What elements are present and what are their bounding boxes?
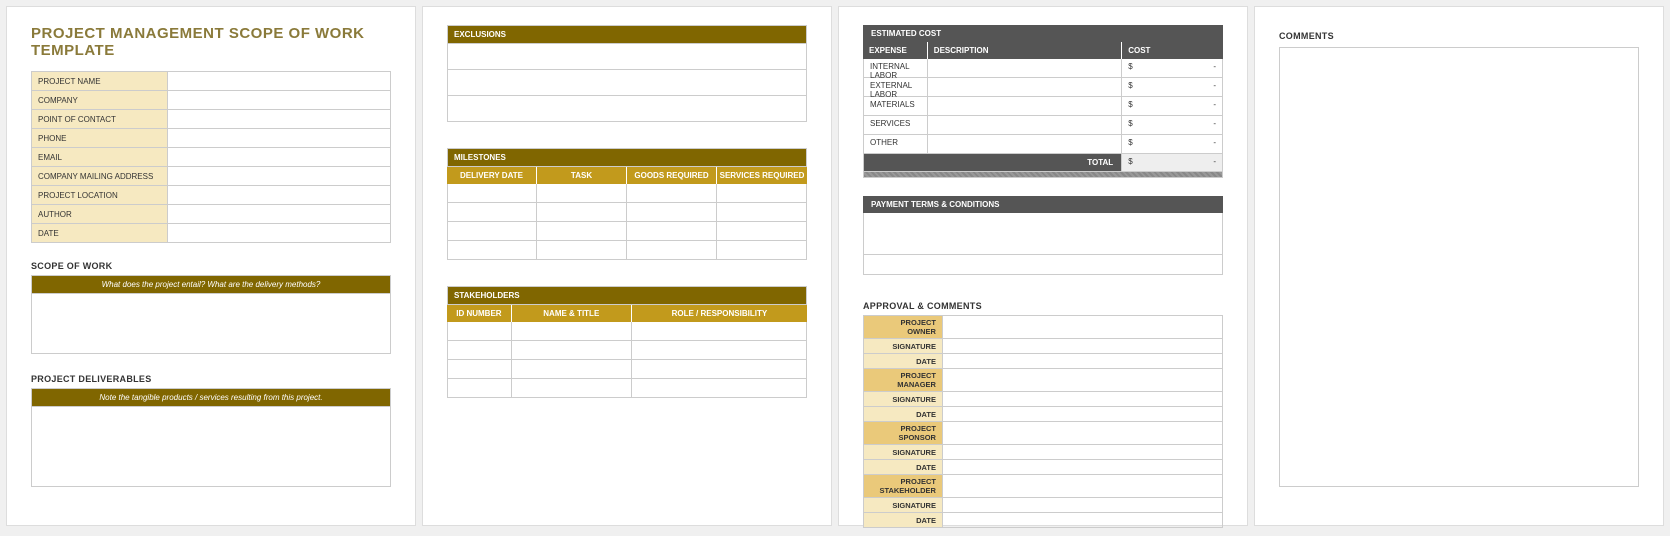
col-expense: EXPENSE xyxy=(863,42,928,59)
exclusions-row[interactable] xyxy=(447,96,807,122)
deliverables-label: PROJECT DELIVERABLES xyxy=(31,374,391,384)
info-value[interactable] xyxy=(168,167,391,186)
project-info-table: PROJECT NAME COMPANY POINT OF CONTACT PH… xyxy=(31,71,391,243)
approval-value[interactable] xyxy=(942,498,1222,513)
cost-row[interactable]: SERVICES$- xyxy=(863,116,1223,135)
milestone-row[interactable] xyxy=(447,184,807,203)
payment-input[interactable] xyxy=(863,213,1223,255)
approval-label: APPROVAL & COMMENTS xyxy=(863,301,1223,311)
milestone-row[interactable] xyxy=(447,203,807,222)
approval-head: PROJECT SPONSOR xyxy=(864,422,943,445)
cost-row[interactable]: OTHER$- xyxy=(863,135,1223,154)
info-label: POINT OF CONTACT xyxy=(32,110,168,129)
info-label: EMAIL xyxy=(32,148,168,167)
info-value[interactable] xyxy=(168,91,391,110)
stakeholder-row[interactable] xyxy=(447,341,807,360)
page-3: ESTIMATED COST EXPENSE DESCRIPTION COST … xyxy=(838,6,1248,526)
milestone-row[interactable] xyxy=(447,222,807,241)
info-label: PROJECT LOCATION xyxy=(32,186,168,205)
comments-label: COMMENTS xyxy=(1279,31,1639,41)
info-label: PROJECT NAME xyxy=(32,72,168,91)
approval-date: DATE xyxy=(864,354,943,369)
page-2: EXCLUSIONS MILESTONES DELIVERY DATE TASK… xyxy=(422,6,832,526)
payment-header: PAYMENT TERMS & CONDITIONS xyxy=(863,196,1223,213)
info-label: DATE xyxy=(32,224,168,243)
col-services: SERVICES REQUIRED xyxy=(717,167,807,184)
cost-row[interactable]: EXTERNAL LABOR$- xyxy=(863,78,1223,97)
col-name-title: NAME & TITLE xyxy=(512,305,632,322)
approval-value[interactable] xyxy=(942,475,1222,498)
approval-sig: SIGNATURE xyxy=(864,392,943,407)
approval-date: DATE xyxy=(864,460,943,475)
cost-total-row: TOTAL $- xyxy=(863,154,1223,172)
col-description: DESCRIPTION xyxy=(928,42,1122,59)
scope-input[interactable] xyxy=(31,294,391,354)
deliverables-hint: Note the tangible products / services re… xyxy=(31,388,391,407)
approval-value[interactable] xyxy=(942,460,1222,475)
approval-head: PROJECT MANAGER xyxy=(864,369,943,392)
info-label: COMPANY xyxy=(32,91,168,110)
col-task: TASK xyxy=(537,167,627,184)
approval-head: PROJECT STAKEHOLDER xyxy=(864,475,943,498)
milestones-header: MILESTONES xyxy=(447,148,807,167)
document-pages: PROJECT MANAGEMENT SCOPE OF WORK TEMPLAT… xyxy=(6,6,1664,526)
info-value[interactable] xyxy=(168,224,391,243)
cost-row[interactable]: INTERNAL LABOR$- xyxy=(863,59,1223,78)
approval-table: PROJECT OWNER SIGNATURE DATE PROJECT MAN… xyxy=(863,315,1223,528)
stakeholders-column-header: ID NUMBER NAME & TITLE ROLE / RESPONSIBI… xyxy=(447,305,807,322)
milestones-column-header: DELIVERY DATE TASK GOODS REQUIRED SERVIC… xyxy=(447,167,807,184)
col-cost: COST xyxy=(1122,42,1223,59)
exclusions-row[interactable] xyxy=(447,70,807,96)
stakeholder-row[interactable] xyxy=(447,322,807,341)
info-label: PHONE xyxy=(32,129,168,148)
approval-sig: SIGNATURE xyxy=(864,339,943,354)
comments-input[interactable] xyxy=(1279,47,1639,487)
col-goods: GOODS REQUIRED xyxy=(627,167,717,184)
info-label: COMPANY MAILING ADDRESS xyxy=(32,167,168,186)
info-value[interactable] xyxy=(168,186,391,205)
exclusions-header: EXCLUSIONS xyxy=(447,25,807,44)
scope-label: SCOPE OF WORK xyxy=(31,261,391,271)
info-value[interactable] xyxy=(168,148,391,167)
col-id: ID NUMBER xyxy=(447,305,512,322)
approval-value[interactable] xyxy=(942,316,1222,339)
col-delivery-date: DELIVERY DATE xyxy=(447,167,537,184)
approval-date: DATE xyxy=(864,513,943,528)
approval-value[interactable] xyxy=(942,445,1222,460)
cost-header: ESTIMATED COST xyxy=(863,25,1223,42)
approval-value[interactable] xyxy=(942,422,1222,445)
info-value[interactable] xyxy=(168,110,391,129)
approval-value[interactable] xyxy=(942,392,1222,407)
page-title: PROJECT MANAGEMENT SCOPE OF WORK TEMPLAT… xyxy=(31,25,391,59)
total-value: $- xyxy=(1122,154,1223,172)
info-value[interactable] xyxy=(168,129,391,148)
page-1: PROJECT MANAGEMENT SCOPE OF WORK TEMPLAT… xyxy=(6,6,416,526)
approval-sig: SIGNATURE xyxy=(864,498,943,513)
approval-value[interactable] xyxy=(942,513,1222,528)
approval-value[interactable] xyxy=(942,369,1222,392)
scope-hint: What does the project entail? What are t… xyxy=(31,275,391,294)
info-value[interactable] xyxy=(168,72,391,91)
info-label: AUTHOR xyxy=(32,205,168,224)
approval-value[interactable] xyxy=(942,339,1222,354)
cost-row[interactable]: MATERIALS$- xyxy=(863,97,1223,116)
page-4: COMMENTS xyxy=(1254,6,1664,526)
stakeholder-row[interactable] xyxy=(447,379,807,398)
payment-input[interactable] xyxy=(863,255,1223,275)
col-role: ROLE / RESPONSIBILITY xyxy=(632,305,807,322)
approval-date: DATE xyxy=(864,407,943,422)
exclusions-row[interactable] xyxy=(447,44,807,70)
cost-column-header: EXPENSE DESCRIPTION COST xyxy=(863,42,1223,59)
approval-head: PROJECT OWNER xyxy=(864,316,943,339)
milestone-row[interactable] xyxy=(447,241,807,260)
info-value[interactable] xyxy=(168,205,391,224)
approval-value[interactable] xyxy=(942,407,1222,422)
approval-value[interactable] xyxy=(942,354,1222,369)
deliverables-input[interactable] xyxy=(31,407,391,487)
stakeholder-row[interactable] xyxy=(447,360,807,379)
total-label: TOTAL xyxy=(863,154,1122,172)
approval-sig: SIGNATURE xyxy=(864,445,943,460)
stakeholders-header: STAKEHOLDERS xyxy=(447,286,807,305)
